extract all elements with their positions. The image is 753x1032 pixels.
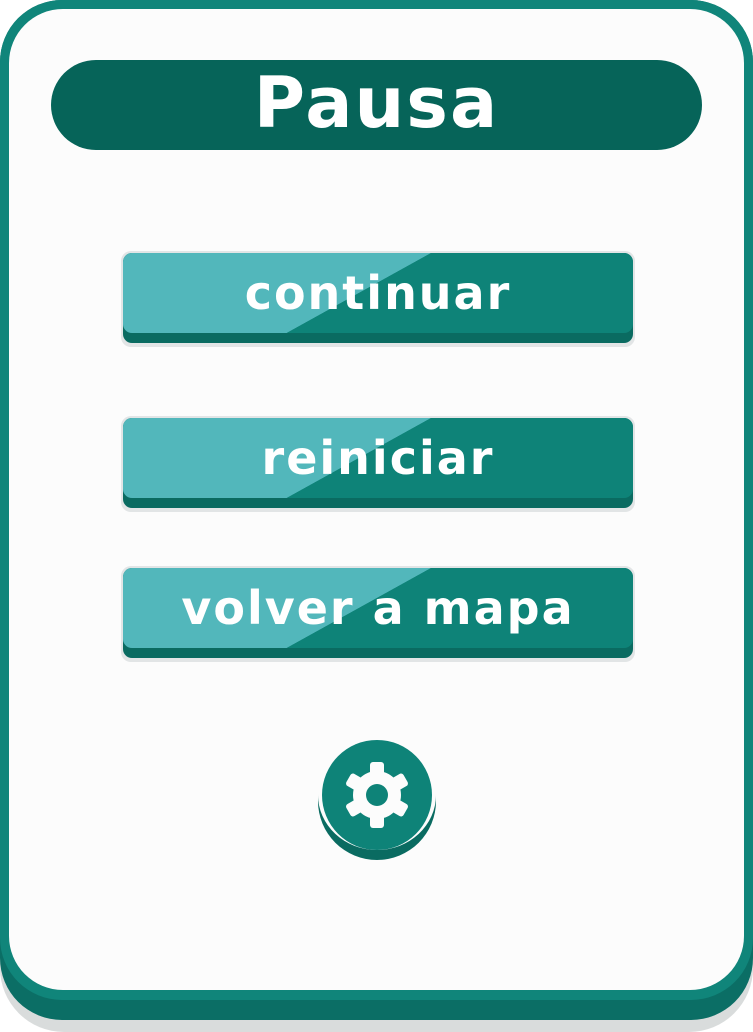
back-to-map-button[interactable]: volver a mapa (121, 566, 635, 662)
continue-label: continuar (244, 266, 512, 320)
settings-button[interactable] (318, 740, 436, 860)
gear-icon (346, 762, 408, 828)
continue-button[interactable]: continuar (121, 251, 635, 347)
title-bar: Pausa (51, 60, 702, 150)
restart-button[interactable]: reiniciar (121, 416, 635, 512)
pause-screen: Pausa continuar reiniciar volver a mapa (0, 0, 753, 1032)
back-to-map-label: volver a mapa (181, 581, 575, 635)
restart-label: reiniciar (261, 431, 495, 485)
pause-title: Pausa (253, 62, 500, 144)
